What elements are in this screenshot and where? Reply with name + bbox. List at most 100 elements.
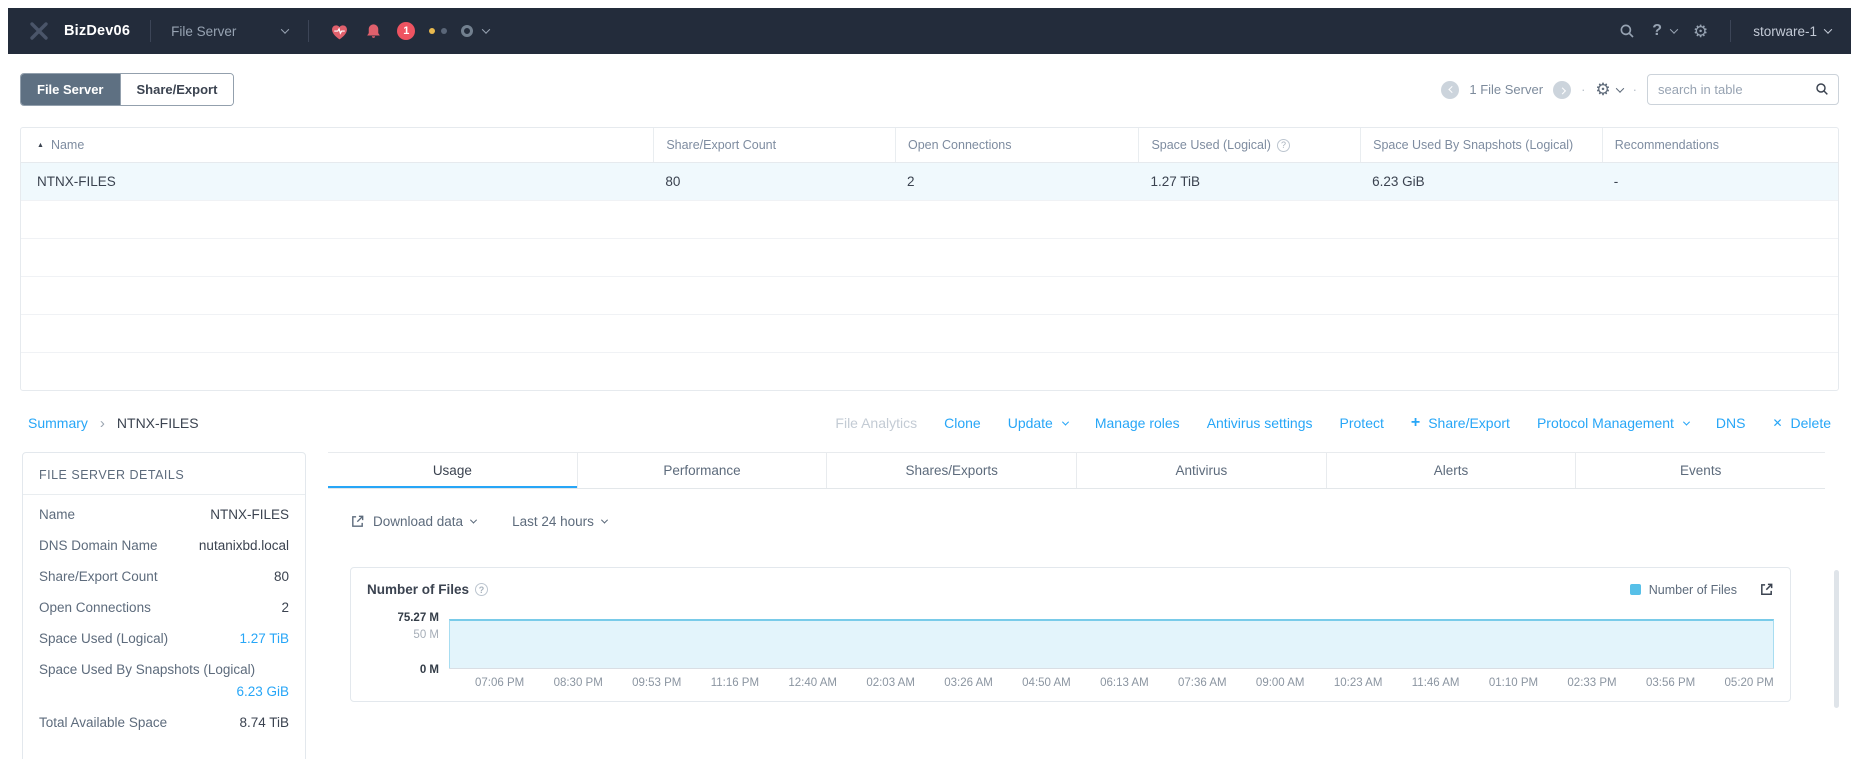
details-panel-title: FILE SERVER DETAILS	[23, 453, 305, 495]
page-next-button[interactable]	[1553, 80, 1572, 99]
tasks-menu[interactable]	[461, 25, 491, 37]
tab-alerts[interactable]: Alerts	[1325, 453, 1576, 488]
chevron-down-icon	[482, 25, 491, 34]
entity-action-bar: Summary › NTNX-FILES File Analytics Clon…	[20, 407, 1839, 439]
action-add-share-export[interactable]: + Share/Export	[1411, 415, 1510, 432]
nutanix-logo-icon[interactable]	[28, 20, 50, 42]
toggle-share-export[interactable]: Share/Export	[119, 74, 234, 105]
chevron-down-icon	[1615, 83, 1624, 93]
cell-share-export-count: 80	[665, 174, 681, 189]
action-dns[interactable]: DNS	[1716, 415, 1746, 431]
help-menu[interactable]: ?	[1652, 22, 1679, 40]
question-mark-icon: ?	[1652, 22, 1662, 39]
chevron-down-icon	[1823, 25, 1833, 34]
chart-plot-area[interactable]	[449, 619, 1774, 669]
table-settings-menu[interactable]: ⚙	[1595, 81, 1624, 98]
scrollbar-thumb[interactable]	[1834, 570, 1839, 708]
detail-row-space-used: Space Used (Logical) 1.27 TiB	[39, 631, 289, 646]
detail-row-total-available: Total Available Space 8.74 TiB	[39, 715, 289, 730]
table-row-empty	[21, 238, 1838, 276]
table-row-empty	[21, 276, 1838, 314]
context-selector[interactable]: File Server	[171, 24, 290, 39]
column-header-name[interactable]: ▲ Name	[21, 128, 653, 162]
cell-recommendations: -	[1613, 174, 1619, 189]
table-row-empty	[21, 314, 1838, 352]
table-toolbar: File Server Share/Export 1 File Server ·…	[20, 72, 1839, 107]
search-icon[interactable]	[1814, 81, 1830, 97]
detail-row-open-connections: Open Connections 2	[39, 600, 289, 615]
user-menu[interactable]: storware-1	[1753, 24, 1833, 39]
chart-title: Number of Files	[367, 582, 470, 597]
table-row-empty	[21, 200, 1838, 238]
column-header-space-used-snapshots[interactable]: Space Used By Snapshots (Logical)	[1360, 128, 1602, 162]
page-previous-button[interactable]	[1441, 80, 1460, 99]
action-protocol-management[interactable]: Protocol Management	[1537, 415, 1690, 431]
info-icon[interactable]: ?	[475, 583, 489, 596]
tab-performance[interactable]: Performance	[576, 453, 827, 488]
column-header-open-connections[interactable]: Open Connections	[894, 128, 1138, 162]
alert-count-badge[interactable]: 1	[397, 22, 416, 40]
column-header-space-used[interactable]: Space Used (Logical) ?	[1138, 128, 1360, 162]
column-header-recommendations[interactable]: Recommendations	[1601, 128, 1838, 162]
dot-separator: ·	[1581, 82, 1586, 97]
action-manage-roles[interactable]: Manage roles	[1095, 415, 1180, 431]
snapshots-space-link[interactable]: 6.23 GiB	[39, 684, 289, 699]
tab-usage[interactable]: Usage	[328, 453, 577, 488]
legend-swatch	[1629, 584, 1641, 595]
x-icon: ✕	[1772, 416, 1783, 430]
entity-count: 1 File Server	[1469, 82, 1544, 97]
file-server-table: ▲ Name Share/Export Count Open Connectio…	[20, 127, 1839, 391]
y-tick-50m: 50 M	[413, 629, 439, 641]
tab-events[interactable]: Events	[1575, 453, 1825, 488]
table-row-ntnx-files[interactable]: NTNX-FILES 80 2 1.27 TiB 6.23 GiB -	[21, 162, 1838, 200]
download-data-menu[interactable]: Download data	[350, 514, 478, 529]
area-series-number-of-files	[449, 619, 1774, 668]
action-protect[interactable]: Protect	[1340, 415, 1384, 431]
chart-y-axis: 75.27 M 50 M 0 M	[367, 612, 449, 676]
column-header-share-export-count[interactable]: Share/Export Count	[653, 128, 895, 162]
expand-chart-icon[interactable]	[1759, 582, 1774, 597]
cell-name: NTNX-FILES	[37, 174, 116, 189]
action-delete[interactable]: ✕ Delete	[1772, 415, 1831, 431]
chevron-down-icon	[470, 516, 478, 524]
info-icon[interactable]: ?	[1276, 138, 1290, 152]
search-icon[interactable]	[1618, 22, 1636, 40]
action-clone[interactable]: Clone	[944, 415, 981, 431]
divider	[308, 20, 310, 42]
action-update[interactable]: Update	[1008, 415, 1069, 431]
tab-antivirus[interactable]: Antivirus	[1076, 453, 1326, 488]
chevron-down-icon	[1682, 418, 1690, 426]
detail-row-name: Name NTNX-FILES	[39, 507, 289, 522]
table-search	[1647, 74, 1839, 105]
y-tick-zero: 0 M	[419, 664, 439, 676]
alerts-bell-icon[interactable]	[364, 22, 383, 41]
time-range-selector[interactable]: Last 24 hours	[512, 514, 608, 529]
action-file-analytics: File Analytics	[835, 415, 918, 431]
health-heart-icon[interactable]	[329, 21, 350, 42]
number-of-files-chart: Number of Files ? Number of Files 75.27 …	[350, 567, 1791, 702]
settings-gear-icon[interactable]: ⚙	[1693, 23, 1708, 40]
tab-shares-exports[interactable]: Shares/Exports	[826, 453, 1076, 488]
breadcrumb-current: NTNX-FILES	[116, 415, 199, 431]
toggle-file-server[interactable]: File Server	[21, 74, 120, 105]
breadcrumb-summary-link[interactable]: Summary	[28, 415, 88, 431]
chevron-down-icon	[1669, 25, 1679, 34]
breadcrumb: Summary › NTNX-FILES	[28, 415, 199, 432]
chevron-down-icon	[1061, 418, 1069, 426]
detail-row-share-count: Share/Export Count 80	[39, 569, 289, 584]
chart-legend: Number of Files	[1629, 582, 1737, 597]
download-export-icon	[352, 515, 364, 527]
chevron-down-icon	[281, 25, 290, 34]
table-header-row: ▲ Name Share/Export Count Open Connectio…	[21, 128, 1838, 162]
ring-icon	[461, 25, 474, 37]
table-search-input[interactable]	[1647, 74, 1839, 105]
legend-label: Number of Files	[1648, 582, 1737, 597]
chevron-right-icon: ›	[99, 414, 105, 432]
cell-open-connections: 2	[906, 174, 915, 189]
detail-row-space-used-snapshots: Space Used By Snapshots (Logical) 6.23 G…	[39, 662, 289, 699]
view-toggle: File Server Share/Export	[20, 73, 235, 106]
space-used-link[interactable]: 1.27 TiB	[239, 631, 289, 646]
dot-separator: ·	[1632, 82, 1637, 97]
divider	[150, 20, 152, 42]
action-antivirus-settings[interactable]: Antivirus settings	[1207, 415, 1313, 431]
